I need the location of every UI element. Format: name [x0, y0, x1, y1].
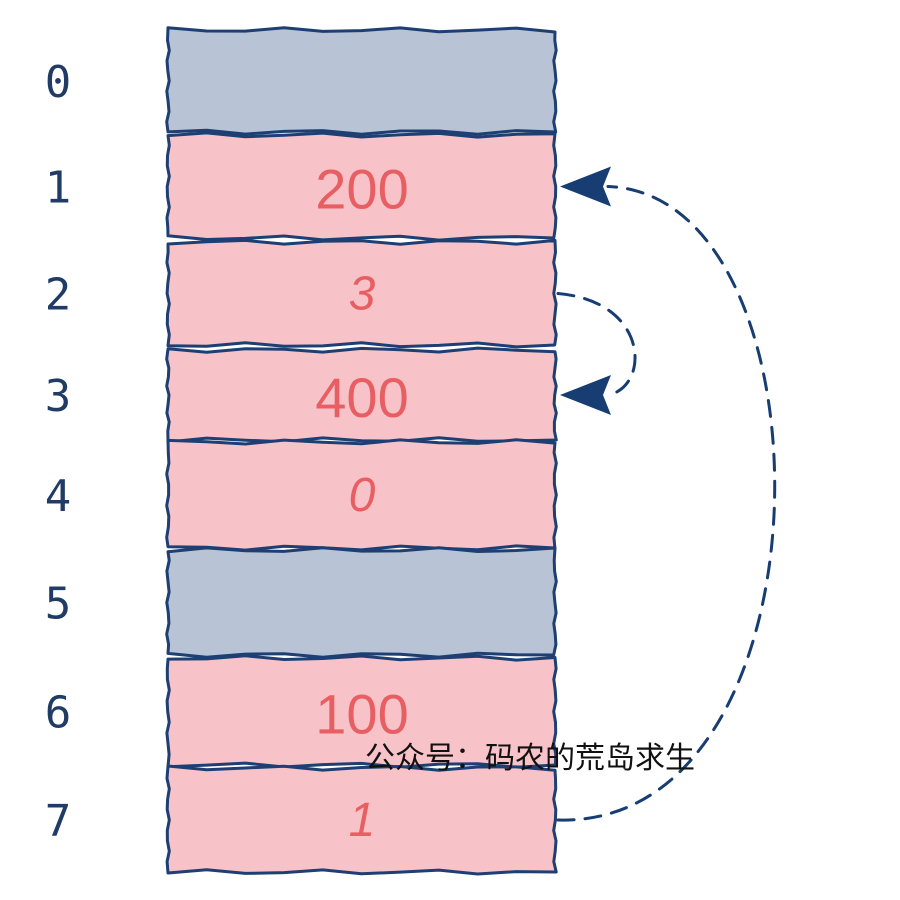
slot-index-label: 4 [45, 471, 72, 522]
array-slot-7: 71 [45, 764, 558, 876]
array-slot-5: 5 [45, 546, 558, 659]
slot-box [165, 546, 558, 659]
array-slot-2: 23 [45, 238, 558, 349]
arrow-head-icon [560, 375, 611, 415]
arrow-head-icon [560, 166, 611, 207]
array-slot-3: 3 400 [45, 346, 558, 444]
array-slot-1: 1 200 [45, 131, 558, 242]
watermark-text: 公众号：码农的荒岛求生 [365, 741, 695, 776]
slot-index-label: 3 [45, 371, 72, 422]
slot-index-label: 2 [45, 270, 72, 321]
links-layer [556, 166, 777, 822]
array-slot-4: 40 [45, 438, 558, 552]
slot-value: 100 [315, 683, 408, 746]
slot-value: 0 [349, 469, 376, 522]
slot-index-label: 7 [45, 796, 72, 847]
slot-index-label: 1 [45, 163, 72, 214]
slot-value: 400 [315, 366, 408, 429]
slot-value: 1 [349, 794, 376, 847]
slot-index-label: 6 [45, 688, 72, 739]
linked-list-array-diagram: 01 2002 33 4004 056 1007 1 公众号：码农的荒岛求生 [45, 26, 777, 876]
slot-value: 200 [315, 158, 408, 221]
slot-index-label: 0 [45, 57, 72, 108]
array-slot-0: 0 [45, 26, 558, 136]
slot-value: 3 [349, 268, 376, 321]
slot-index-label: 5 [45, 579, 72, 630]
pointer-arrow-7-to-1 [556, 185, 777, 822]
slot-box [165, 26, 558, 136]
pointer-arrow-2-to-3 [556, 292, 637, 397]
